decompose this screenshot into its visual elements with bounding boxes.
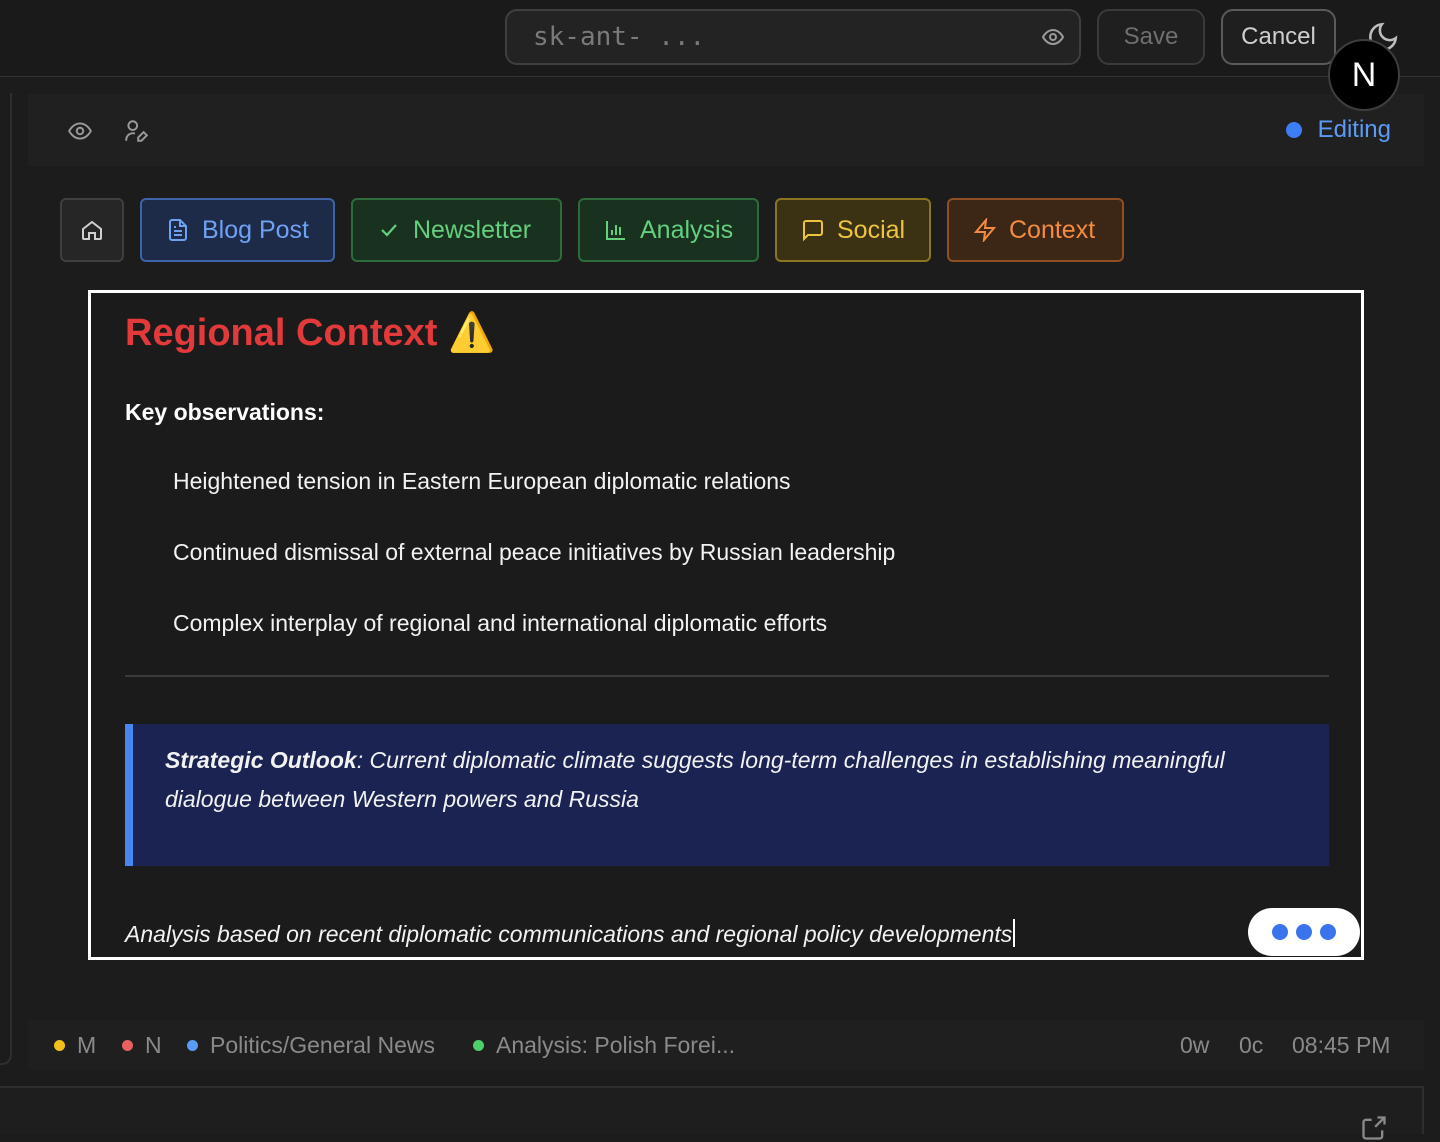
editing-status: Editing	[1285, 116, 1391, 144]
check-icon	[381, 224, 397, 237]
tab-analysis[interactable]: Analysis	[578, 198, 759, 262]
warning-emoji-icon: ⚠️	[448, 312, 496, 354]
status-dot	[122, 1040, 133, 1051]
tab-context[interactable]: Context	[947, 198, 1124, 262]
dot-icon	[1272, 924, 1288, 940]
tab-blog-post[interactable]: Blog Post	[140, 198, 335, 262]
list-item: Continued dismissal of external peace in…	[173, 539, 896, 565]
status-bar: M N Politics/General News Analysis: Poli…	[28, 1020, 1424, 1070]
footnote-text: Analysis based on recent diplomatic comm…	[125, 921, 1013, 947]
save-button[interactable]: Save	[1097, 9, 1205, 65]
tab-blog-post-label: Blog Post	[202, 215, 310, 244]
bottom-panel	[0, 1086, 1424, 1140]
status-item-m: M	[54, 1032, 96, 1059]
quote-label: Strategic Outlook	[165, 747, 357, 773]
dot-icon	[1296, 924, 1312, 940]
status-item-n: N	[122, 1032, 162, 1059]
more-options-button[interactable]	[1248, 908, 1360, 956]
status-dot	[473, 1040, 484, 1051]
key-observations-heading: Key observations:	[125, 399, 325, 425]
status-item-label: M	[77, 1032, 97, 1058]
tab-social-label: Social	[837, 215, 906, 244]
user-edit-icon[interactable]	[123, 118, 149, 144]
document-editor[interactable]: Regional Context ⚠️ Key observations: He…	[88, 290, 1364, 960]
dot-icon	[1320, 924, 1336, 940]
show-key-eye-icon[interactable]	[1041, 25, 1065, 49]
analysis-footnote: Analysis based on recent diplomatic comm…	[125, 919, 1016, 948]
tab-home[interactable]	[60, 198, 124, 262]
document-title-text: Regional Context	[125, 312, 438, 354]
api-key-input[interactable]	[507, 11, 1027, 63]
tab-analysis-label: Analysis	[640, 215, 734, 244]
document-icon	[169, 219, 187, 241]
status-item-category: Politics/General News	[187, 1032, 435, 1059]
char-count: 0c	[1239, 1032, 1264, 1058]
expand-icon[interactable]	[1360, 1114, 1388, 1142]
top-bar: Save Cancel	[0, 0, 1440, 77]
preview-eye-icon[interactable]	[67, 118, 93, 144]
home-icon	[82, 220, 102, 240]
divider	[125, 675, 1329, 677]
status-item-document[interactable]: Analysis: Polish Forei...	[473, 1032, 735, 1059]
tab-newsletter[interactable]: Newsletter	[351, 198, 562, 262]
status-dot	[187, 1040, 198, 1051]
status-dot	[54, 1040, 65, 1051]
sidebar-edge	[0, 93, 12, 1065]
word-count: 0w	[1180, 1032, 1210, 1058]
editor-toolbar: Editing	[28, 94, 1424, 166]
status-item-label: N	[145, 1032, 162, 1058]
list-item: Complex interplay of regional and intern…	[173, 610, 828, 636]
status-item-label: Analysis: Polish Forei...	[496, 1032, 736, 1058]
tab-context-label: Context	[1009, 215, 1096, 244]
status-label: Editing	[1317, 116, 1391, 143]
status-dot	[1285, 122, 1302, 138]
strategic-outlook-blockquote: Strategic Outlook: Current diplomatic cl…	[125, 724, 1329, 866]
timestamp: 08:45 PM	[1292, 1032, 1391, 1058]
api-key-field-wrapper	[505, 9, 1081, 65]
text-cursor	[1013, 919, 1016, 947]
tab-newsletter-label: Newsletter	[413, 215, 532, 244]
avatar[interactable]: N	[1328, 39, 1400, 111]
document-title: Regional Context ⚠️	[125, 311, 495, 355]
tab-social[interactable]: Social	[775, 198, 931, 262]
lightning-icon	[973, 218, 997, 242]
status-item-label: Politics/General News	[210, 1032, 435, 1058]
bar-chart-icon	[606, 221, 625, 240]
cancel-button[interactable]: Cancel	[1221, 9, 1336, 65]
message-icon	[803, 220, 823, 242]
list-item: Heightened tension in Eastern European d…	[173, 468, 791, 494]
